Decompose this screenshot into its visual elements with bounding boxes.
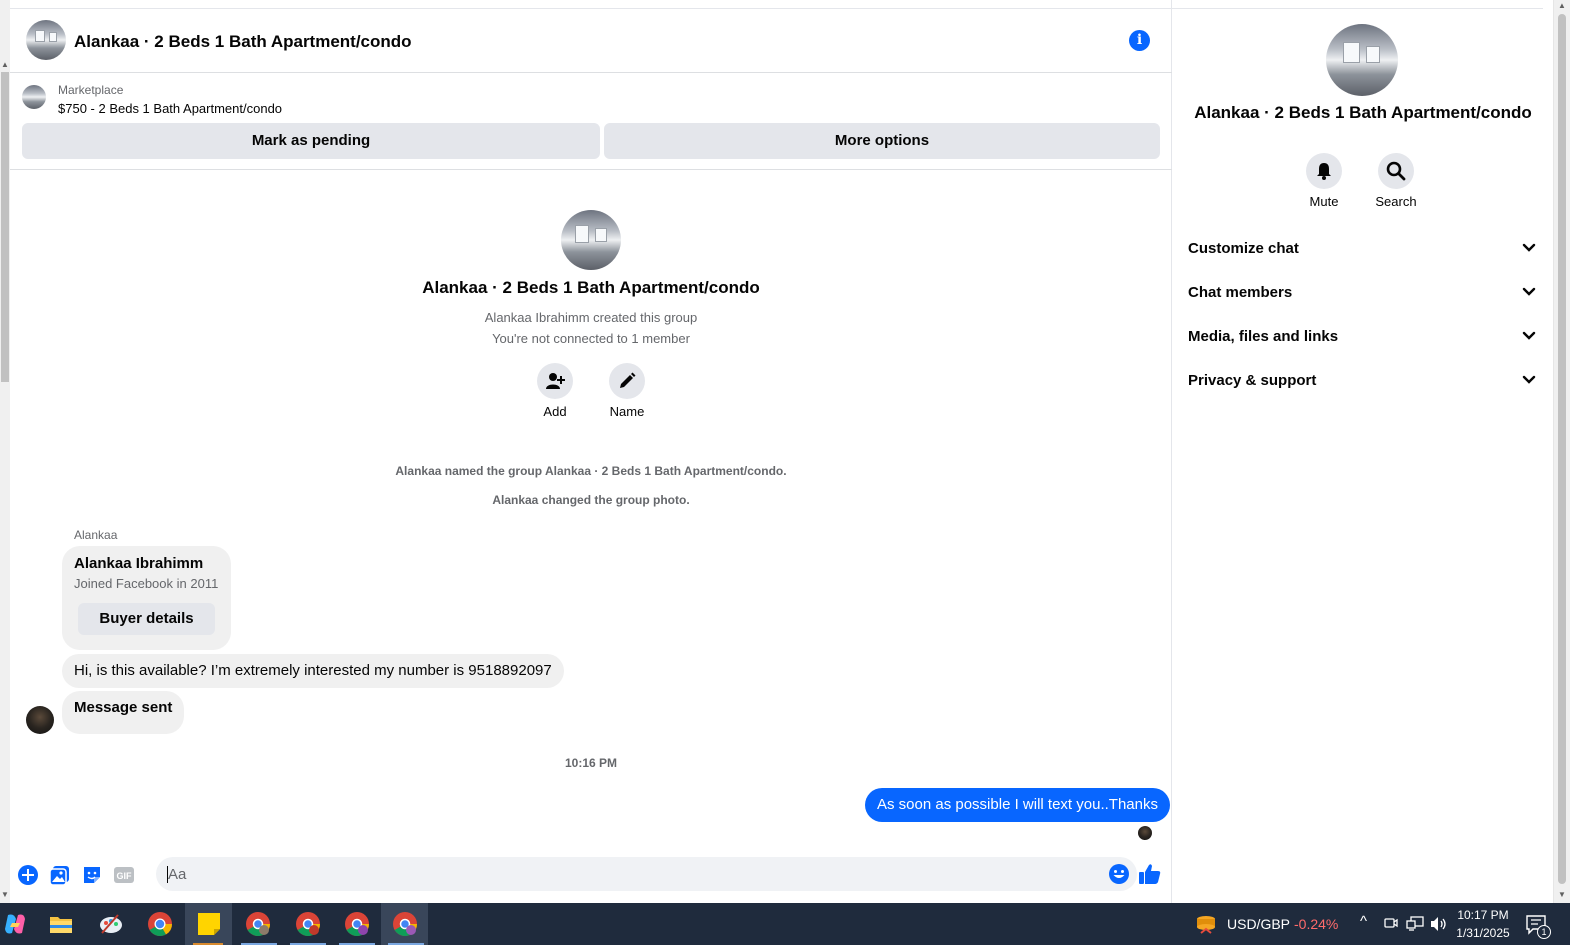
volume-icon[interactable] [1430, 916, 1448, 932]
chrome-profile-icon[interactable] [392, 911, 418, 937]
ticker-symbol[interactable]: USD/GBP [1227, 916, 1290, 932]
sender-avatar[interactable] [26, 706, 54, 734]
mute-button[interactable] [1306, 153, 1342, 189]
chevron-down-icon [1522, 287, 1536, 296]
scroll-down-arrow-icon[interactable]: ▼ [1, 890, 9, 899]
messenger-window: ▲ ▼ Alankaa · 2 Beds 1 Bath Apartment/co… [0, 0, 1570, 945]
sticker-icon[interactable] [81, 864, 103, 886]
paint-icon[interactable] [98, 911, 124, 937]
listing-thumbnail[interactable] [22, 85, 46, 109]
scroll-up-arrow-icon[interactable]: ▲ [1, 60, 9, 69]
right-scrollbar[interactable]: ▲ ▼ [1553, 0, 1570, 903]
search-label: Search [1375, 194, 1417, 209]
chat-column: Alankaa · 2 Beds 1 Bath Apartment/condo … [10, 0, 1172, 903]
system-message-photo: Alankaa changed the group photo. [492, 493, 690, 507]
emoji-icon[interactable] [1108, 863, 1130, 885]
customize-chat-row[interactable]: Customize chat [1180, 229, 1544, 269]
file-explorer-icon[interactable] [48, 911, 74, 937]
taskbar-time[interactable]: 10:17 PM [1448, 908, 1518, 922]
notification-count-badge: 1 [1537, 925, 1551, 939]
message-timestamp: 10:16 PM [564, 756, 618, 770]
avatar-photo-window [1343, 42, 1360, 63]
section-label: Chat members [1188, 284, 1293, 301]
group-avatar[interactable] [26, 20, 66, 60]
message-input[interactable] [168, 857, 1098, 891]
listing-title[interactable]: $750 - 2 Beds 1 Bath Apartment/condo [58, 101, 282, 116]
add-label: Add [543, 404, 567, 419]
avatar-photo-window [1366, 46, 1380, 63]
sender-name: Alankaa [74, 528, 118, 542]
scroll-up-arrow-icon[interactable]: ▲ [1558, 1, 1566, 10]
name-group-button[interactable] [609, 363, 645, 399]
add-person-icon [546, 373, 565, 389]
name-label: Name [609, 404, 645, 419]
ticker-change: -0.24% [1294, 916, 1339, 932]
section-label: Privacy & support [1188, 372, 1317, 389]
scroll-down-arrow-icon[interactable]: ▼ [1558, 890, 1566, 899]
chrome-icon[interactable] [147, 911, 173, 937]
avatar-photo-window [49, 32, 57, 42]
buyer-joined: Joined Facebook in 2011 [74, 576, 219, 591]
chevron-up-icon[interactable]: ^ [1360, 913, 1367, 930]
chat-members-row[interactable]: Chat members [1180, 273, 1544, 313]
text-caret [167, 866, 168, 883]
avatar-photo-window [595, 228, 607, 242]
buyer-profile-card: Alankaa Ibrahimm Joined Facebook in 2011… [62, 546, 231, 650]
windows-taskbar: USD/GBP -0.24% ^ 10:17 PM 1/31/2025 1 [0, 903, 1570, 945]
left-scrollbar-thumb[interactable] [1, 72, 9, 382]
message-bubble[interactable]: Hi, is this available? I’m extremely int… [62, 654, 564, 688]
info-icon[interactable]: i [1129, 30, 1150, 51]
message-bubble[interactable]: Message sent [62, 691, 185, 734]
bell-icon [1317, 163, 1331, 180]
photo-icon[interactable] [49, 864, 71, 886]
chrome-profile-icon[interactable] [344, 911, 370, 937]
chevron-down-icon [1522, 331, 1536, 340]
panel-title: Alankaa · 2 Beds 1 Bath Apartment/condo [1194, 103, 1532, 122]
avatar-photo-window [35, 30, 45, 42]
mute-label: Mute [1309, 194, 1339, 209]
panel-group-avatar[interactable] [1326, 24, 1398, 96]
connection-text: You're not connected to 1 member [492, 331, 690, 346]
chat-title[interactable]: Alankaa · 2 Beds 1 Bath Apartment/condo [74, 32, 412, 52]
add-member-button[interactable] [537, 363, 573, 399]
meet-now-icon[interactable] [1384, 916, 1398, 932]
search-button[interactable] [1378, 153, 1414, 189]
mark-as-pending-button[interactable]: Mark as pending [22, 123, 600, 159]
intro-group-avatar [561, 210, 621, 270]
privacy-support-row[interactable]: Privacy & support [1180, 361, 1544, 401]
read-receipt-avatar [1138, 826, 1152, 840]
media-files-links-row[interactable]: Media, files and links [1180, 317, 1544, 357]
currency-coins-icon[interactable] [1195, 913, 1217, 935]
chrome-profile-icon[interactable] [245, 911, 271, 937]
marketplace-label: Marketplace [58, 83, 124, 97]
more-options-button[interactable]: More options [604, 123, 1160, 159]
marketplace-bar: Marketplace $750 - 2 Beds 1 Bath Apartme… [10, 73, 1172, 170]
pencil-icon [620, 372, 636, 388]
gif-icon[interactable]: GIF [113, 864, 135, 886]
thumbs-up-icon[interactable] [1138, 862, 1162, 886]
avatar-photo-window [575, 225, 589, 243]
chevron-down-icon [1522, 243, 1536, 252]
buyer-details-button[interactable]: Buyer details [78, 603, 215, 635]
search-icon [1386, 161, 1406, 181]
plus-circle-icon[interactable] [17, 864, 39, 886]
network-icon[interactable] [1406, 916, 1424, 932]
svg-text:GIF: GIF [117, 871, 133, 881]
sticky-notes-icon[interactable] [196, 911, 222, 937]
message-composer[interactable] [156, 857, 1137, 891]
left-scrollbar[interactable]: ▲ ▼ [0, 0, 10, 903]
copilot-icon[interactable] [2, 911, 28, 937]
system-message-named: Alankaa named the group Alankaa · 2 Beds… [395, 464, 787, 478]
buyer-name: Alankaa Ibrahimm [74, 555, 204, 572]
intro-title: Alankaa · 2 Beds 1 Bath Apartment/condo [422, 278, 760, 297]
outgoing-message-bubble[interactable]: As soon as possible I will text you..Tha… [865, 788, 1170, 822]
group-created-text: Alankaa Ibrahimm created this group [484, 310, 698, 325]
chrome-profile-icon[interactable] [295, 911, 321, 937]
taskbar-date[interactable]: 1/31/2025 [1448, 926, 1518, 940]
section-label: Customize chat [1188, 240, 1299, 257]
section-label: Media, files and links [1188, 328, 1339, 345]
chat-header: Alankaa · 2 Beds 1 Bath Apartment/condo … [10, 9, 1172, 73]
right-scrollbar-thumb[interactable] [1558, 14, 1566, 884]
chevron-down-icon [1522, 375, 1536, 384]
